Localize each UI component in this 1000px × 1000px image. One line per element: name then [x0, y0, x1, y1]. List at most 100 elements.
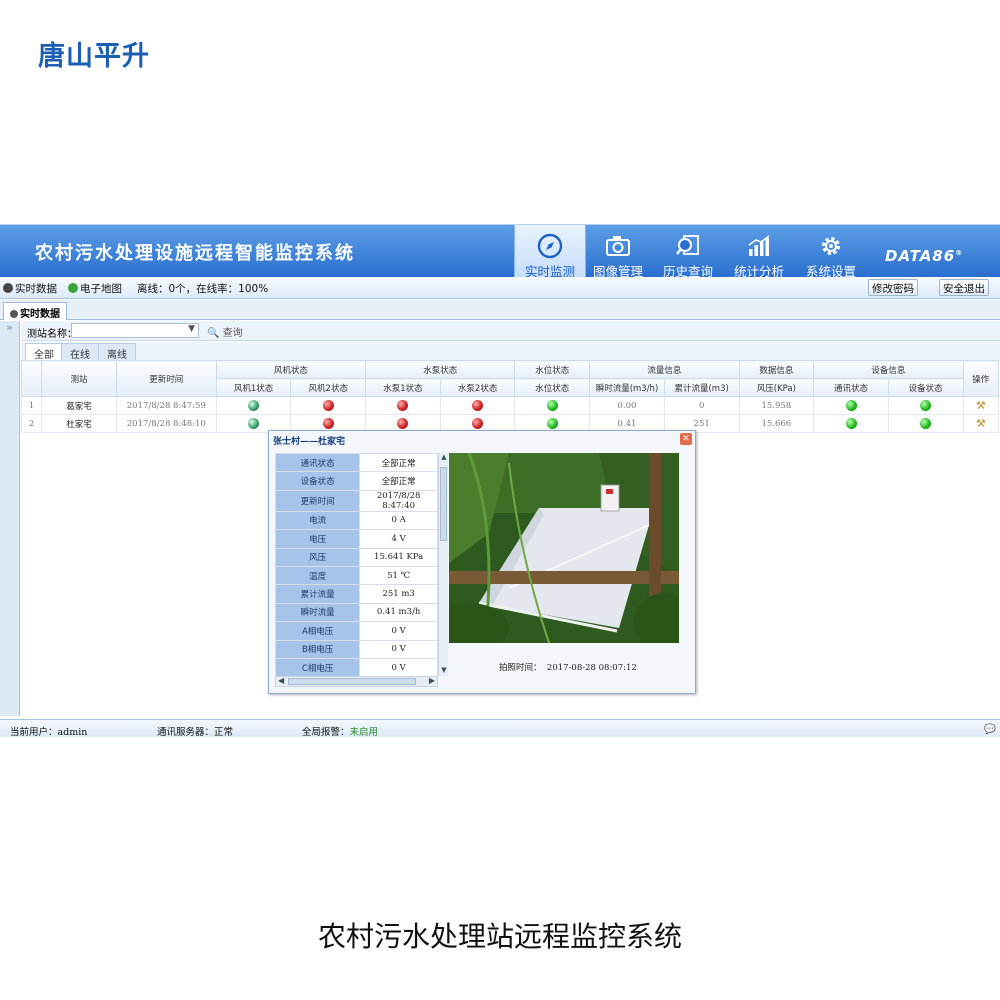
shot-label: 拍照时间：: [499, 663, 542, 673]
detail-key: A相电压: [275, 621, 361, 641]
realtime-label: 实时数据: [15, 283, 57, 295]
wrench-icon[interactable]: ⚒: [976, 399, 986, 412]
user-label: 当前用户：: [10, 727, 58, 738]
tab-all[interactable]: 全部: [25, 343, 63, 361]
data86-logo: DATA86®: [885, 247, 963, 265]
detail-row: C相电压 0 V: [275, 657, 438, 676]
detail-value: 0.41 m3/h: [359, 602, 438, 623]
col-no: [20, 360, 43, 397]
fan-running-icon: [248, 418, 260, 429]
update-time: 2017/8/28 8:48:10: [115, 414, 217, 433]
map-link[interactable]: 电子地图: [68, 281, 122, 296]
fan-stopped-icon: [322, 418, 334, 429]
comm-ok-icon: [845, 418, 857, 429]
col-inst-flow: 瞬时流量(m3/h): [589, 378, 665, 397]
detail-value: 2017/8/28 8:47:40: [359, 489, 438, 512]
scroll-down-icon[interactable]: ▼: [439, 666, 449, 676]
change-password-button[interactable]: 修改密码: [868, 279, 918, 296]
col-total-flow: 累计流量(m3): [663, 378, 740, 397]
camera-icon: [606, 236, 630, 256]
query-button[interactable]: 🔍 查询: [207, 324, 243, 339]
table-row[interactable]: 1 葛家宅 2017/8/28 8:47:59 0.00 0 15.958 ⚒: [20, 396, 1000, 415]
pump-stopped-icon: [472, 400, 484, 411]
inst-flow-value: 0.00: [589, 396, 665, 415]
page-caption: 农村污水处理站远程监控系统: [317, 920, 682, 953]
comm-ok-icon: [845, 400, 857, 411]
nav-history-query[interactable]: 历史查询: [652, 225, 724, 279]
realtime-data-link[interactable]: 实时数据: [3, 281, 57, 296]
shot-time: 2017-08-28 08:07:12: [546, 663, 637, 673]
detail-key: C相电压: [275, 657, 361, 676]
alarm-label: 全局报警：: [302, 727, 350, 738]
logout-button[interactable]: 安全退出: [939, 279, 989, 296]
logout-label: 安全退出: [943, 283, 985, 295]
scroll-thumb[interactable]: [288, 678, 416, 685]
compass-icon: [537, 233, 563, 259]
col-group-fan: 风机状态: [215, 360, 367, 379]
change-password-label: 修改密码: [872, 283, 914, 295]
row-no: 2: [20, 414, 43, 433]
device-ok-icon: [920, 418, 932, 429]
pressure-value: 15.666: [738, 414, 815, 433]
tab-online[interactable]: 在线: [61, 343, 99, 361]
col-pressure: 风压(KPa): [738, 378, 815, 397]
online-status-text: 离线：0个，在线率：100%: [137, 283, 269, 295]
tab-offline[interactable]: 离线: [98, 343, 136, 361]
close-icon[interactable]: ✕: [680, 433, 692, 445]
chat-icon[interactable]: 💬: [984, 724, 996, 735]
detail-value: 4 V: [359, 529, 438, 549]
scroll-left-icon[interactable]: ◀: [278, 676, 284, 685]
main-tabs: 实时数据: [0, 300, 1000, 320]
detail-key: 瞬时流量: [275, 602, 361, 623]
earth-icon: [68, 283, 78, 293]
tab-realtime-data[interactable]: 实时数据: [3, 302, 67, 320]
detail-row: 通讯状态 全部正常: [275, 453, 438, 473]
detail-row: A相电压 0 V: [275, 621, 438, 641]
pump-stopped-icon: [397, 418, 409, 429]
scroll-right-icon[interactable]: ▶: [429, 676, 435, 685]
station-detail-popup: 张士村——杜家宅 ✕ 通讯状态 全部正常 设备状态 全部正常 更新时间 2017/8/28…: [268, 430, 696, 694]
col-device-status: 设备状态: [887, 378, 964, 397]
query-label: 查询: [222, 328, 243, 339]
detail-row: 设备状态 全部正常: [275, 471, 438, 491]
detail-key: 电压: [275, 529, 361, 549]
detail-table: 通讯状态 全部正常 设备状态 全部正常 更新时间 2017/8/28 8:47:40 电流 0…: [275, 453, 438, 676]
nav-realtime-monitor[interactable]: 实时监测: [514, 225, 586, 279]
station-name[interactable]: 杜家宅: [41, 414, 117, 433]
col-station: 测站: [41, 360, 117, 397]
globe-icon: [3, 283, 13, 293]
col-update-time: 更新时间: [115, 360, 217, 397]
search-bar: 测站名称： ▼ 🔍 查询: [21, 321, 1000, 341]
detail-key: 累计流量: [275, 584, 361, 604]
nav-image-manage[interactable]: 图像管理: [582, 225, 654, 279]
detail-row: B相电压 0 V: [275, 639, 438, 659]
pump-stopped-icon: [397, 400, 409, 411]
tab-label: 实时数据: [20, 309, 60, 320]
detail-value: 0 V: [359, 639, 438, 659]
wrench-icon[interactable]: ⚒: [976, 417, 986, 430]
col-fan1: 风机1状态: [215, 378, 292, 397]
popup-title: 张士村——杜家宅: [269, 431, 695, 448]
detail-row: 电流 0 A: [275, 510, 438, 531]
detail-value: 全部正常: [359, 471, 438, 491]
col-pump2: 水泵2状态: [439, 378, 516, 397]
water-level-ok-icon: [546, 418, 558, 429]
col-action: 操作: [962, 360, 1000, 397]
scroll-thumb[interactable]: [440, 467, 447, 541]
detail-row: 风压 15.641 KPa: [275, 547, 438, 567]
station-name[interactable]: 葛家宅: [41, 396, 117, 415]
status-bar: 当前用户：admin 通讯服务器：正常 全局报警：未启用 💬: [0, 719, 1000, 738]
scroll-up-icon[interactable]: ▲: [439, 453, 449, 463]
horizontal-scrollbar[interactable]: ◀ ▶: [275, 676, 438, 687]
brand-logo-text: 唐山平升: [38, 41, 150, 72]
nav-system-settings[interactable]: 系统设置: [795, 225, 867, 279]
detail-value: 251 m3: [359, 584, 438, 604]
sidebar-expand-toggle[interactable]: »: [0, 321, 20, 716]
detail-key: 温度: [275, 565, 361, 586]
station-select[interactable]: ▼: [71, 323, 199, 338]
total-flow-value: 0: [663, 396, 740, 415]
nav-statistics[interactable]: 统计分析: [723, 225, 795, 279]
station-name-label: 测站名称：: [27, 329, 77, 340]
device-ok-icon: [920, 400, 932, 411]
vertical-scrollbar[interactable]: ▲ ▼: [438, 453, 448, 676]
